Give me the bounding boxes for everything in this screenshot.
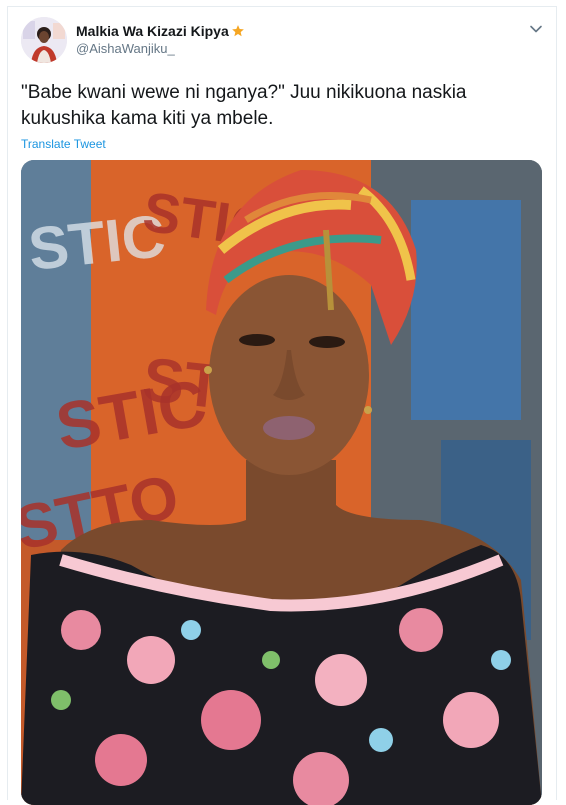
avatar[interactable] bbox=[21, 17, 67, 63]
tweet-photo[interactable]: STIC STIC STIC STTO STIC bbox=[21, 160, 542, 805]
author-name-row[interactable]: Malkia Wa Kizazi Kipya bbox=[76, 23, 245, 39]
tweet-card: Malkia Wa Kizazi Kipya @AishaWanjiku_ "B… bbox=[7, 6, 557, 805]
chevron-down-icon[interactable] bbox=[528, 21, 544, 37]
tweet-text: "Babe kwani wewe ni nganya?" Juu nikikuo… bbox=[21, 82, 467, 129]
photo-image: STIC STIC STIC STTO STIC bbox=[21, 160, 542, 805]
display-name[interactable]: Malkia Wa Kizazi Kipya bbox=[76, 23, 229, 39]
username-handle[interactable]: @AishaWanjiku_ bbox=[76, 41, 175, 56]
star-icon bbox=[231, 25, 244, 37]
translate-tweet-link[interactable]: Translate Tweet bbox=[21, 137, 106, 151]
avatar-image bbox=[21, 17, 67, 63]
